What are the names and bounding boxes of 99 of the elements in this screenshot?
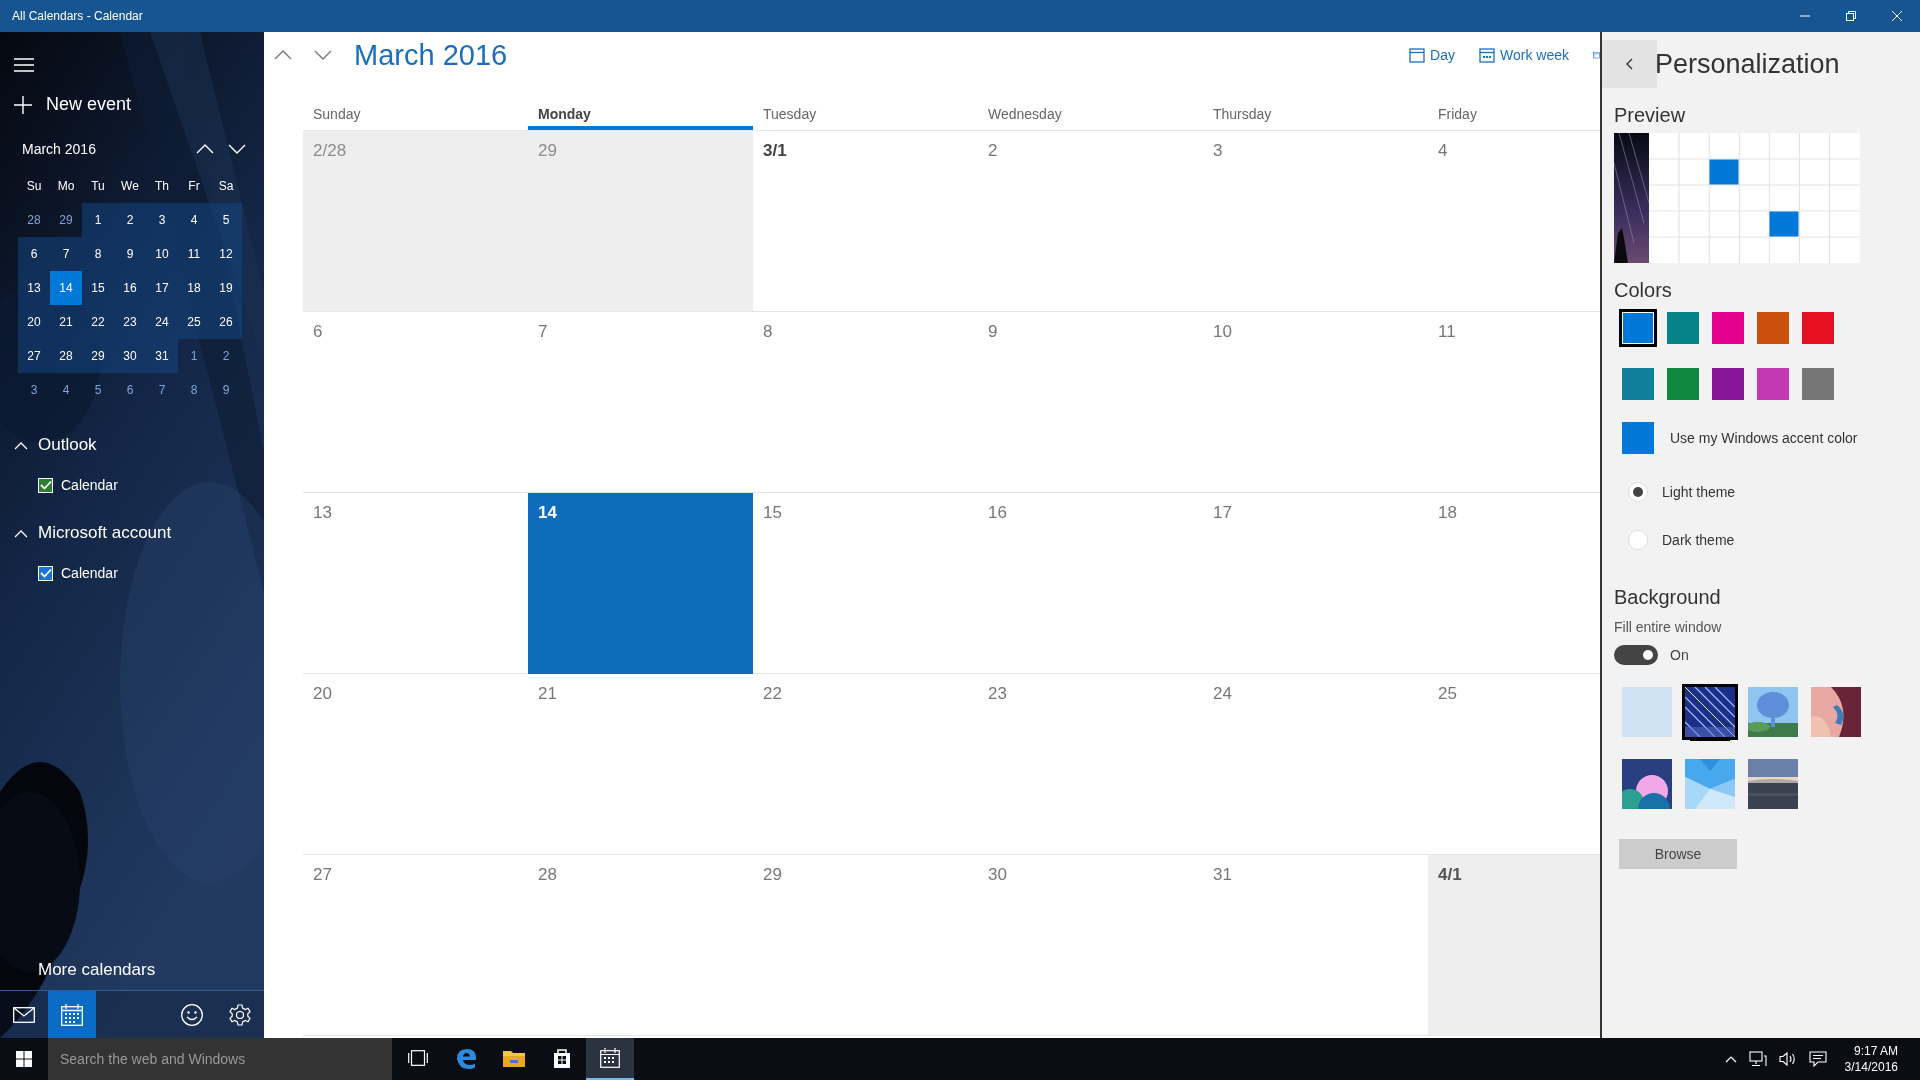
- day-cell[interactable]: 14: [528, 493, 753, 674]
- date-cell[interactable]: 17: [146, 271, 178, 305]
- month-title: March 2016: [354, 38, 508, 72]
- toggle-state-label: On: [1670, 647, 1689, 663]
- work-week-view-button[interactable]: Work week: [1479, 47, 1569, 63]
- day-cell[interactable]: 23: [978, 674, 1203, 855]
- setting-label: Fill entire window: [1614, 619, 1723, 635]
- date-cell[interactable]: 5: [82, 373, 114, 407]
- date-cell[interactable]: 6: [18, 237, 50, 271]
- date-cell[interactable]: 26: [210, 305, 242, 339]
- date-cell[interactable]: 24: [146, 305, 178, 339]
- date-cell[interactable]: 29: [50, 203, 82, 237]
- date-cell[interactable]: 12: [210, 237, 242, 271]
- day-cell[interactable]: 6: [303, 312, 528, 493]
- day-cell[interactable]: 16: [978, 493, 1203, 674]
- date-cell[interactable]: 18: [178, 271, 210, 305]
- date-cell[interactable]: 25: [178, 305, 210, 339]
- date-cell[interactable]: 30: [114, 339, 146, 373]
- radio-label: Light theme: [1662, 484, 1736, 500]
- date-cell[interactable]: 23: [114, 305, 146, 339]
- day-cell[interactable]: 15: [753, 493, 978, 674]
- browse-button[interactable]: Browse: [1619, 839, 1737, 869]
- radio-label: Dark theme: [1662, 532, 1735, 548]
- account-header[interactable]: Microsoft account: [38, 523, 172, 543]
- clock-time: 9:17 AM: [1852, 1043, 1898, 1059]
- weekday-label: Su: [25, 178, 43, 195]
- calendar-label: Calendar: [61, 565, 118, 581]
- day-cell[interactable]: 8: [753, 312, 978, 493]
- date-cell[interactable]: 7: [50, 237, 82, 271]
- weekday-header: Sunday: [312, 105, 362, 124]
- day-view-button[interactable]: Day: [1409, 47, 1455, 63]
- day-cell[interactable]: 9: [978, 312, 1203, 493]
- day-cell[interactable]: 24: [1203, 674, 1428, 855]
- date-cell[interactable]: 21: [50, 305, 82, 339]
- weekday-header: Friday: [1437, 105, 1478, 124]
- date-cell[interactable]: 2: [114, 203, 146, 237]
- day-cell[interactable]: 30: [978, 855, 1203, 1036]
- date-cell[interactable]: 22: [82, 305, 114, 339]
- day-cell[interactable]: 4/1: [1428, 855, 1600, 1036]
- weekday-label: Th: [154, 178, 170, 195]
- calendar-label: Calendar: [61, 477, 118, 493]
- date-cell[interactable]: 4: [178, 203, 210, 237]
- day-cell[interactable]: 21: [528, 674, 753, 855]
- date-cell[interactable]: 5: [210, 203, 242, 237]
- date-cell[interactable]: 3: [18, 373, 50, 407]
- weekday-label: We: [120, 178, 140, 195]
- date-cell[interactable]: 1: [82, 203, 114, 237]
- day-cell[interactable]: 10: [1203, 312, 1428, 493]
- date-cell[interactable]: 3: [146, 203, 178, 237]
- section-heading: Colors: [1614, 279, 1673, 302]
- search-field[interactable]: Search the web and Windows: [48, 1038, 392, 1080]
- day-cell[interactable]: 27: [303, 855, 528, 1036]
- date-cell[interactable]: 27: [18, 339, 50, 373]
- date-cell[interactable]: 29: [82, 339, 114, 373]
- weekday-header: Wednesday: [987, 105, 1063, 124]
- day-cell[interactable]: 3/1: [753, 131, 978, 312]
- day-cell[interactable]: 28: [528, 855, 753, 1036]
- day-cell[interactable]: 3: [1203, 131, 1428, 312]
- clock-date: 3/14/2016: [1844, 1059, 1898, 1075]
- date-cell[interactable]: 9: [210, 373, 242, 407]
- date-cell[interactable]: 20: [18, 305, 50, 339]
- date-cell[interactable]: 9: [114, 237, 146, 271]
- date-cell[interactable]: 1: [178, 339, 210, 373]
- accent-option-label: Use my Windows accent color: [1670, 430, 1858, 446]
- weekday-label: Fr: [187, 178, 201, 195]
- date-cell[interactable]: 14: [50, 271, 82, 305]
- more-calendars-link[interactable]: More calendars: [38, 960, 156, 980]
- weekday-header: Tuesday: [762, 105, 818, 124]
- date-cell[interactable]: 31: [146, 339, 178, 373]
- panel-title: Personalization: [1655, 48, 1840, 80]
- day-cell[interactable]: 20: [303, 674, 528, 855]
- date-cell[interactable]: 8: [82, 237, 114, 271]
- account-header[interactable]: Outlook: [38, 435, 97, 455]
- weekday-header: Thursday: [1212, 105, 1273, 124]
- date-cell[interactable]: 8: [178, 373, 210, 407]
- date-cell[interactable]: 13: [18, 271, 50, 305]
- section-heading: Preview: [1614, 104, 1687, 127]
- weekday-label: Sa: [217, 178, 235, 195]
- day-cell[interactable]: 17: [1203, 493, 1428, 674]
- date-cell[interactable]: 16: [114, 271, 146, 305]
- date-cell[interactable]: 6: [114, 373, 146, 407]
- weekday-label: Mo: [56, 178, 76, 195]
- new-event-button[interactable]: New event: [14, 94, 132, 115]
- day-cell[interactable]: 2: [978, 131, 1203, 312]
- date-cell[interactable]: 10: [146, 237, 178, 271]
- date-cell[interactable]: 7: [146, 373, 178, 407]
- date-cell[interactable]: 19: [210, 271, 242, 305]
- date-cell[interactable]: 11: [178, 237, 210, 271]
- section-heading: Background: [1614, 586, 1722, 609]
- month-title: March 2016: [22, 141, 96, 157]
- date-cell[interactable]: 28: [18, 203, 50, 237]
- day-cell[interactable]: 22: [753, 674, 978, 855]
- date-cell[interactable]: 15: [82, 271, 114, 305]
- day-cell[interactable]: 29: [753, 855, 978, 1036]
- date-cell[interactable]: 2: [210, 339, 242, 373]
- window-title: All Calendars - Calendar: [12, 9, 143, 23]
- weekday-label: Tu: [90, 178, 106, 195]
- date-cell[interactable]: 4: [50, 373, 82, 407]
- date-cell[interactable]: 28: [50, 339, 82, 373]
